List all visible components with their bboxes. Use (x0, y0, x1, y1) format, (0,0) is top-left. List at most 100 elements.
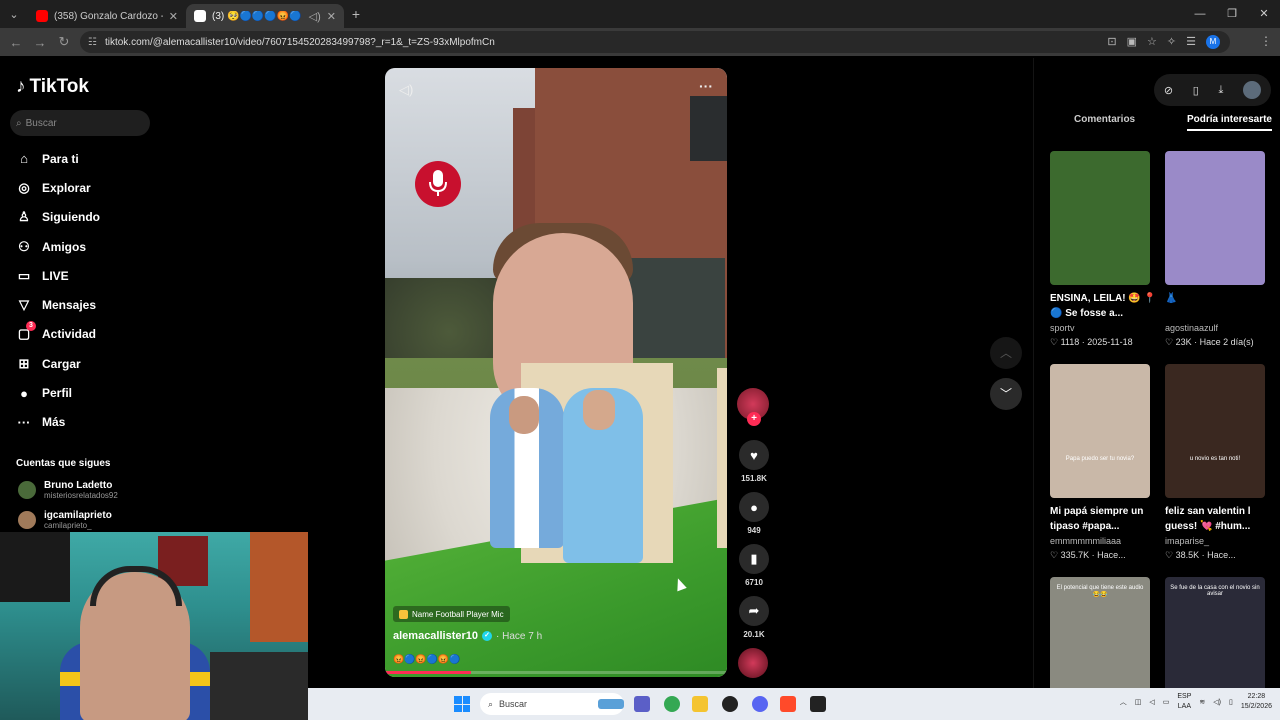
bookmark-star-icon[interactable]: ☆ (1147, 35, 1157, 49)
upload-icon: ⊞ (18, 355, 30, 371)
more-options-icon[interactable]: ··· (699, 78, 713, 94)
profile-avatar[interactable]: M (1206, 35, 1220, 49)
back-icon[interactable]: ← (4, 35, 28, 50)
reading-list-icon[interactable]: ☰ (1186, 35, 1196, 49)
browser-tab-tiktok[interactable]: (3) 🥺🔵🔵🔵😡🔵 | TikTok ◁) ✕ (186, 4, 344, 28)
account-handle: misteriosrelatados92 (44, 491, 118, 500)
video-thumbnail[interactable] (1165, 151, 1265, 285)
tab-suggested[interactable]: Podría interesarte (1186, 114, 1272, 131)
video-author[interactable]: alemacallister10 ✓ · Hace 7 h (393, 630, 542, 642)
save-button[interactable]: ▮ 6710 (737, 544, 771, 587)
speaker-icon[interactable]: ◁) (309, 10, 321, 23)
search-icon: ⌕ (488, 698, 494, 709)
video-thumbnail[interactable]: u novio es tan noti! (1165, 364, 1265, 498)
creator-avatar[interactable]: + (737, 388, 769, 426)
brave-icon[interactable] (780, 696, 796, 712)
minimize-icon[interactable]: — (1184, 0, 1216, 28)
right-panel: ⊘ ▯ ⤓ Comentarios Podría interesarte ENS… (1033, 58, 1280, 711)
device-icon[interactable]: ▯ (1193, 84, 1199, 97)
following-title: Cuentas que sigues (16, 458, 111, 469)
live-icon: ▭ (17, 267, 31, 283)
following-account[interactable]: Bruno Ladetto misteriosrelatados92 (18, 480, 158, 500)
site-info-icon[interactable]: ☷ (88, 37, 97, 48)
video-thumbnail[interactable]: Papa puedo ser tu novia? (1050, 364, 1150, 498)
sidebar-item-actividad[interactable]: ▢ 3 Actividad (0, 320, 160, 349)
close-tab-icon[interactable]: ✕ (327, 10, 336, 23)
thumbnail-caption: El potencial que tiene este audio😂😂 (1056, 585, 1144, 598)
video-thumbnail[interactable] (1050, 151, 1150, 285)
power-icon[interactable]: ▯ (1229, 698, 1233, 706)
card-author[interactable]: imaparise_ (1165, 536, 1277, 546)
obs-icon[interactable] (722, 696, 738, 712)
share-count: 20.1K (743, 630, 765, 639)
sidebar-item-amigos[interactable]: ⚇ Amigos (0, 232, 160, 261)
reload-icon[interactable]: ↻ (52, 34, 76, 50)
sidebar-item-live[interactable]: ▭ LIVE (0, 261, 160, 290)
tab-search-menu[interactable]: ⌄ (0, 0, 28, 28)
previous-video-button[interactable]: ︿ (990, 337, 1022, 369)
file-explorer-icon[interactable] (692, 696, 708, 712)
battery-icon[interactable]: ▭ (1163, 698, 1170, 706)
tiktok-logo[interactable]: ♪ TikTok (16, 76, 89, 98)
follow-plus-icon[interactable]: + (747, 412, 761, 426)
sidebar-item-cargar[interactable]: ⊞ Cargar (0, 349, 160, 378)
card-stats: ♡ 38.5K · Hace... (1165, 550, 1236, 560)
windows-start-icon[interactable] (454, 696, 470, 712)
share-icon: ➦ (739, 596, 769, 626)
address-bar[interactable]: ☷ tiktok.com/@alemacallister10/video/760… (80, 31, 1230, 53)
sidebar-item-label: Actividad (42, 327, 97, 342)
new-tab-button[interactable]: + (344, 6, 368, 22)
close-window-icon[interactable]: ✕ (1248, 0, 1280, 28)
tab-comments[interactable]: Comentarios (1074, 114, 1135, 131)
share-button[interactable]: ➦ 20.1K (737, 596, 771, 639)
restore-icon[interactable]: ❐ (1216, 0, 1248, 28)
notification-badge: 3 (26, 321, 36, 332)
search-input[interactable]: ⌕ Buscar (10, 110, 150, 136)
discord-icon[interactable] (752, 696, 768, 712)
comment-button[interactable]: ● 949 (737, 492, 771, 535)
effect-label: Name Football Player Mic (412, 609, 504, 619)
speaker-icon[interactable]: ◁) (1213, 698, 1221, 706)
sidebar-item-mensajes[interactable]: ▽ Mensajes (0, 290, 160, 319)
extensions-icon[interactable]: ✧ (1167, 35, 1176, 49)
next-video-button[interactable]: ﹀ (990, 378, 1022, 410)
terminal-icon[interactable] (810, 696, 826, 712)
microphone-icon (415, 161, 461, 207)
language-indicator[interactable]: ESP LAA (1177, 692, 1191, 712)
clock[interactable]: 22:28 15/2/2026 (1241, 692, 1272, 712)
browser-menu-icon[interactable]: ⋮ (1260, 34, 1272, 48)
teams-icon[interactable] (634, 696, 650, 712)
close-tab-icon[interactable]: ✕ (169, 10, 178, 23)
chevron-up-icon[interactable]: ︿ (1120, 697, 1127, 707)
account-name: Bruno Ladetto (44, 480, 113, 491)
sidebar-item-explorar[interactable]: ◎ Explorar (0, 173, 160, 202)
browser-tab-youtube[interactable]: (358) Gonzalo Cardozo - YouTube ✕ (28, 4, 186, 28)
mute-icon[interactable]: ◁) (399, 82, 413, 98)
activity-icon: ▢ 3 (16, 321, 36, 342)
sidebar-item-m-s[interactable]: ··· Más (0, 408, 160, 437)
cast-icon[interactable]: ▣ (1127, 35, 1137, 49)
widgets-icon[interactable] (598, 699, 624, 709)
effect-tag[interactable]: Name Football Player Mic (393, 606, 510, 622)
forward-icon[interactable]: → (28, 35, 52, 50)
video-progress-bar[interactable] (385, 671, 727, 674)
like-button[interactable]: ♥ 151.8K (737, 440, 771, 483)
card-author[interactable]: sportv (1050, 323, 1162, 333)
download-icon[interactable]: ⤓ (1219, 84, 1224, 97)
compass-icon[interactable]: ⊘ (1164, 84, 1173, 97)
music-disc-icon[interactable] (738, 648, 768, 678)
network-icon[interactable]: ◫ (1135, 698, 1142, 706)
volume-icon[interactable]: ◁ (1149, 698, 1154, 706)
card-author[interactable]: agostinaazulf (1165, 323, 1277, 333)
progress-fill (385, 671, 471, 674)
chrome-icon[interactable] (664, 696, 680, 712)
user-avatar[interactable] (1243, 81, 1262, 99)
card-author[interactable]: emmmmmmiliaaa (1050, 536, 1162, 546)
following-account[interactable]: igcamilaprieto camilaprieto_ (18, 510, 158, 530)
sidebar-item-siguiendo[interactable]: ♙ Siguiendo (0, 203, 160, 232)
translate-icon[interactable]: ⊡ (1107, 35, 1116, 49)
sidebar-item-para-ti[interactable]: ⌂ Para ti (0, 144, 160, 173)
wifi-icon[interactable]: ≋ (1199, 698, 1205, 706)
sidebar-item-perfil[interactable]: ● Perfil (0, 378, 160, 407)
browser-tabbar: ⌄ (358) Gonzalo Cardozo - YouTube ✕ (3) … (0, 0, 1280, 28)
